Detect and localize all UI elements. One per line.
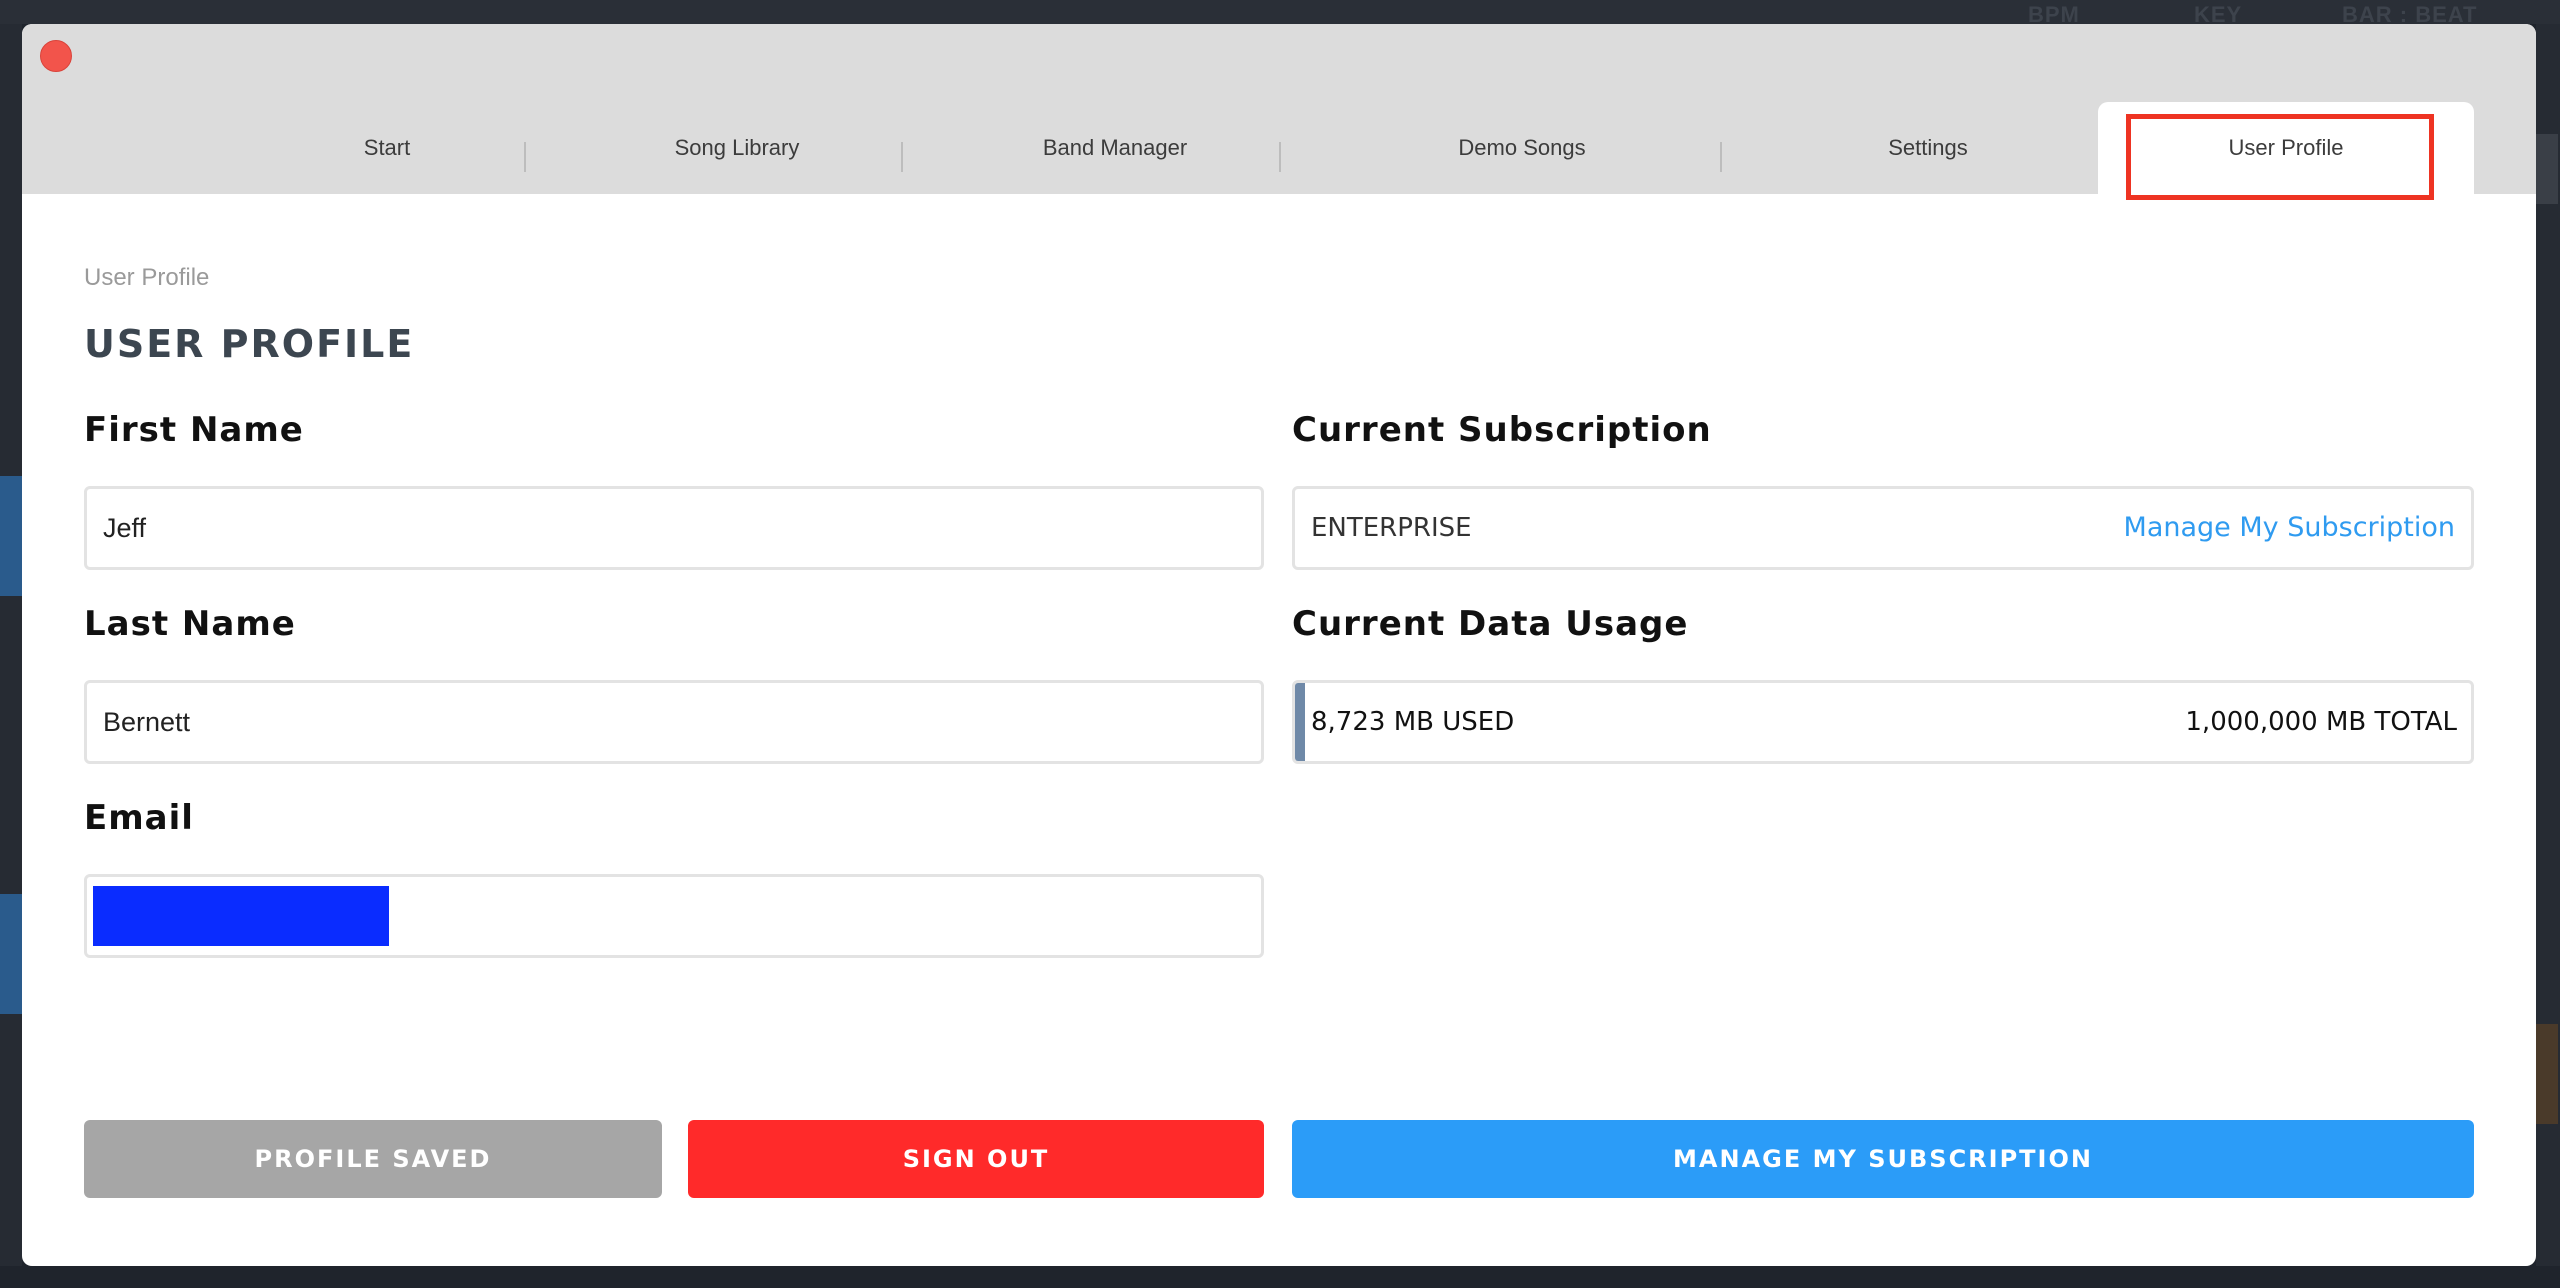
redaction-block xyxy=(93,886,389,946)
bar-beat-header: BAR : BEAT xyxy=(2342,2,2478,27)
tab-user-profile[interactable]: User Profile xyxy=(2098,102,2474,200)
background-track-block xyxy=(2536,134,2558,204)
key-header: KEY xyxy=(2194,2,2243,27)
current-data-usage-label: Current Data Usage xyxy=(1292,604,1689,644)
subscription-value: ENTERPRISE xyxy=(1311,513,1472,543)
breadcrumb: User Profile xyxy=(84,264,210,291)
background-track-block xyxy=(2536,1024,2558,1124)
profile-saved-button[interactable]: PROFILE SAVED xyxy=(84,1120,662,1198)
tab-start[interactable]: Start xyxy=(202,102,572,194)
tab-demo-songs[interactable]: Demo Songs xyxy=(1302,102,1742,194)
tab-label: Song Library xyxy=(674,135,800,160)
tab-song-library[interactable]: Song Library xyxy=(562,102,912,194)
data-used-text: 8,723 MB USED xyxy=(1311,707,1515,737)
close-window-button[interactable] xyxy=(40,40,72,72)
last-name-input[interactable] xyxy=(87,683,1261,761)
background-right-strip xyxy=(2536,24,2560,1288)
data-usage-bar: 8,723 MB USED 1,000,000 MB TOTAL xyxy=(1292,680,2474,764)
tab-divider xyxy=(1720,142,1722,172)
last-name-label: Last Name xyxy=(84,604,296,644)
tab-label: Settings xyxy=(1888,135,1968,160)
tab-divider xyxy=(524,142,526,172)
first-name-label: First Name xyxy=(84,410,304,450)
last-name-field-container xyxy=(84,680,1264,764)
first-name-input[interactable] xyxy=(87,489,1261,567)
tab-label: User Profile xyxy=(2228,135,2344,160)
background-track-block xyxy=(0,894,22,1014)
current-subscription-label: Current Subscription xyxy=(1292,410,1712,450)
profile-content: User Profile USER PROFILE First Name Las… xyxy=(22,194,2536,1266)
manage-subscription-link[interactable]: Manage My Subscription xyxy=(2124,489,2455,567)
email-label: Email xyxy=(84,798,194,838)
sign-out-button[interactable]: SIGN OUT xyxy=(688,1120,1264,1198)
dialog-titlebar: Start Song Library Band Manager Demo Son… xyxy=(22,24,2536,200)
tab-label: Demo Songs xyxy=(1458,135,1586,160)
email-field-container xyxy=(84,874,1264,958)
manage-subscription-button[interactable]: MANAGE MY SUBSCRIPTION xyxy=(1292,1120,2474,1198)
tab-settings[interactable]: Settings xyxy=(1742,102,2114,194)
user-profile-dialog: Start Song Library Band Manager Demo Son… xyxy=(22,24,2536,1266)
background-left-strip xyxy=(0,24,22,1288)
subscription-field: ENTERPRISE Manage My Subscription xyxy=(1292,486,2474,570)
background-track-block xyxy=(0,476,22,596)
data-total-text: 1,000,000 MB TOTAL xyxy=(2185,707,2457,737)
first-name-field-container xyxy=(84,486,1264,570)
tab-label: Band Manager xyxy=(1042,135,1188,160)
tab-band-manager[interactable]: Band Manager xyxy=(940,102,1290,194)
page-title: USER PROFILE xyxy=(84,322,415,366)
background-app-header: BPM KEY BAR : BEAT xyxy=(0,0,2560,27)
tab-divider xyxy=(1279,142,1281,172)
data-usage-fill xyxy=(1295,683,1306,761)
tab-bar: Start Song Library Band Manager Demo Son… xyxy=(22,102,2536,200)
background-app-footer xyxy=(0,1266,2560,1288)
tab-label: Start xyxy=(363,135,411,160)
bpm-header: BPM xyxy=(2028,2,2080,27)
tab-divider xyxy=(901,142,903,172)
